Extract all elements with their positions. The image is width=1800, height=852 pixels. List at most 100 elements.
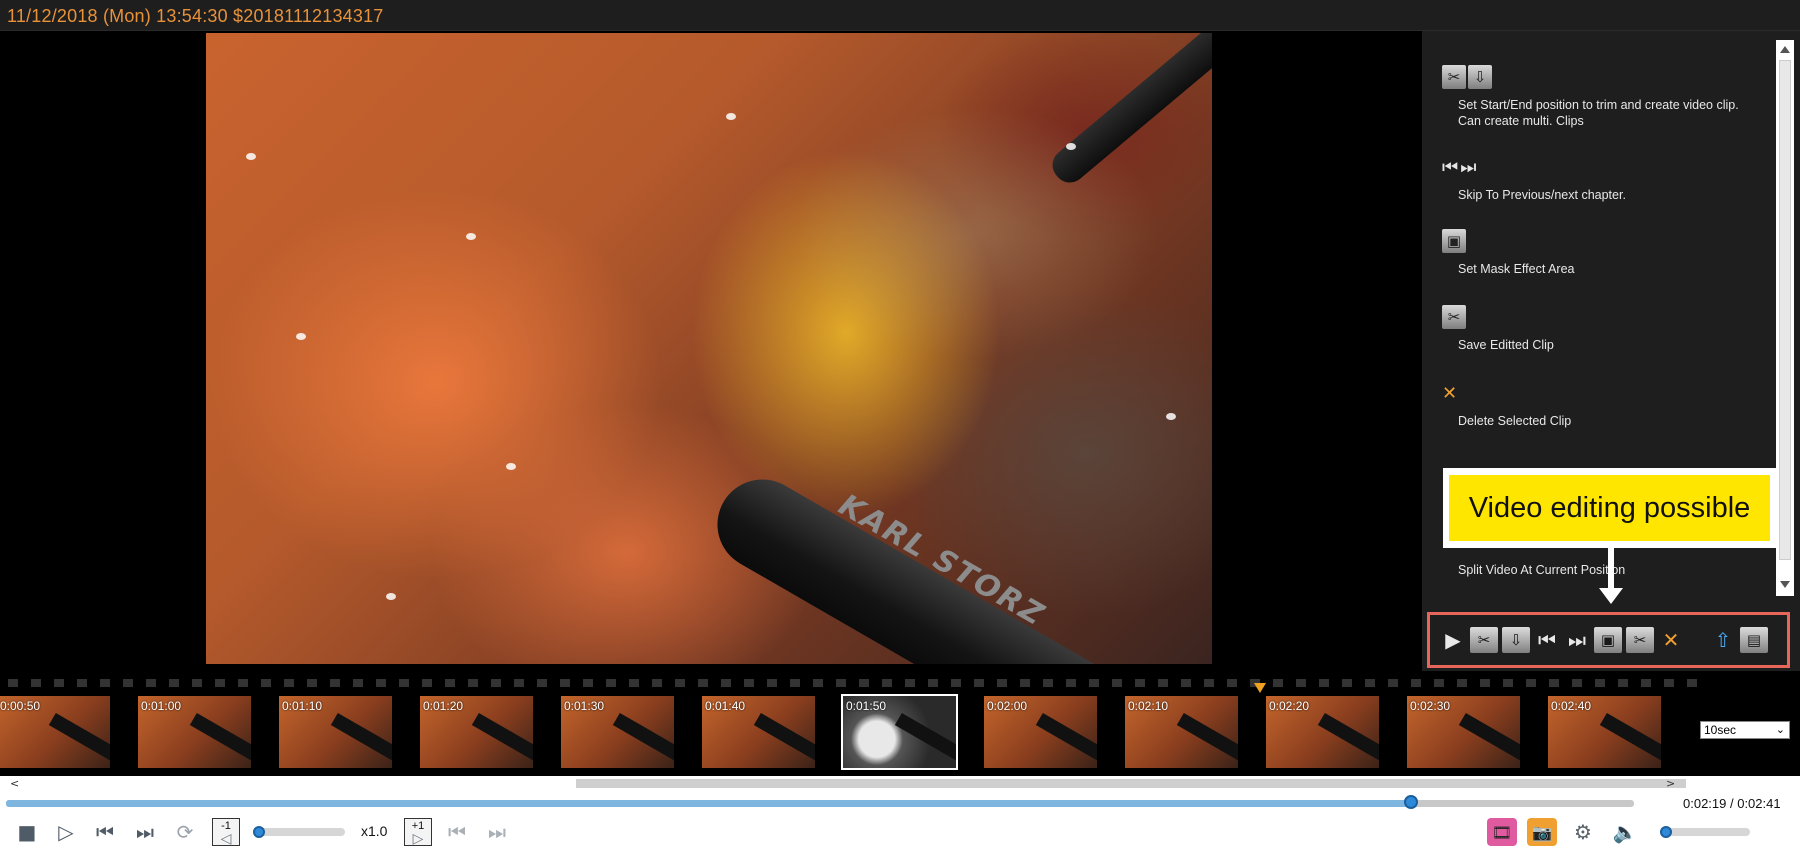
delete-clip-icon[interactable]: ✕ <box>1658 625 1684 655</box>
sprocket-hole <box>583 679 593 687</box>
filmstrip-thumbnail[interactable]: 0:01:40 <box>702 696 815 768</box>
sprocket-hole <box>1112 679 1122 687</box>
sprocket-hole <box>445 679 455 687</box>
help-item-save-clip: ✂ Save Editted Clip <box>1442 303 1762 353</box>
filmstrip-thumbnail[interactable]: 0:02:20 <box>1266 696 1379 768</box>
previous-chapter-icon[interactable]: ⏮ <box>444 819 470 845</box>
sprocket-hole <box>1365 679 1375 687</box>
help-item-label: Save Editted Clip <box>1458 338 1554 352</box>
callout-arrow-head <box>1599 588 1623 604</box>
help-item-label: Delete Selected Clip <box>1458 414 1572 428</box>
delete-clip-icon: ✕ <box>1442 382 1458 404</box>
sprocket-hole <box>192 679 202 687</box>
sprocket-hole <box>284 679 294 687</box>
sprocket-hole <box>882 679 892 687</box>
filmstrip-thumbnail[interactable]: 0:01:50 <box>841 694 958 770</box>
glare-highlight <box>386 593 396 600</box>
sprocket-hole <box>721 679 731 687</box>
next-icon[interactable]: ⏭ <box>132 819 158 845</box>
sprocket-hole <box>675 679 685 687</box>
filmstrip-thumbnail[interactable]: 0:00:50 <box>0 696 110 768</box>
title-bar: 11/12/2018 (Mon) 13:54:30 $2018111213431… <box>0 0 1800 31</box>
filmstrip-scrollbar[interactable]: < > <box>0 776 1800 791</box>
sprocket-hole <box>169 679 179 687</box>
help-item-label: Set Start/End position to trim and creat… <box>1458 98 1739 128</box>
clip-end-icon[interactable]: ⇩ <box>1502 627 1530 653</box>
split-video-icon[interactable]: ▤ <box>1740 627 1768 653</box>
sprocket-hole <box>606 679 616 687</box>
recording-title: 11/12/2018 (Mon) 13:54:30 $2018111213431… <box>7 6 384 26</box>
chapter-skip-icon: ⏮ ⏭ <box>1442 156 1477 178</box>
record-clip-icon[interactable]: 🎞 <box>1487 818 1517 846</box>
camera-icon[interactable]: 📷 <box>1527 818 1557 846</box>
speed-slider-thumb[interactable] <box>253 826 265 838</box>
volume-slider-thumb[interactable] <box>1660 826 1672 838</box>
sprocket-hole <box>974 679 984 687</box>
previous-icon[interactable]: ⏮ <box>92 819 118 845</box>
help-item-mask-effect: ▣ Set Mask Effect Area <box>1442 227 1762 277</box>
sprocket-hole <box>468 679 478 687</box>
filmstrip-thumbnail[interactable]: 0:02:40 <box>1548 696 1661 768</box>
glare-highlight <box>296 333 306 340</box>
sprocket-hole <box>514 679 524 687</box>
thumbnail-instrument <box>1599 712 1661 766</box>
clip-start-icon[interactable]: ✂ <box>1470 627 1498 653</box>
thumbnail-instrument <box>471 712 533 766</box>
volume-slider[interactable] <box>1660 828 1750 836</box>
sprocket-hole <box>951 679 961 687</box>
sprocket-hole <box>537 679 547 687</box>
scroll-track[interactable] <box>26 779 1686 788</box>
sprocket-hole <box>928 679 938 687</box>
stop-icon[interactable]: ■ <box>14 819 40 845</box>
filmstrip-thumbnail[interactable]: 0:01:10 <box>279 696 392 768</box>
thumbnail-instrument <box>1176 712 1238 766</box>
repeat-icon[interactable]: ⟳ <box>172 819 198 845</box>
sprocket-hole <box>422 679 432 687</box>
mask-effect-icon[interactable]: ▣ <box>1594 627 1622 653</box>
help-item-clip-trim: ✂ ⇩ Set Start/End position to trim and cr… <box>1442 63 1762 129</box>
filmstrip-thumbnail[interactable]: 0:02:10 <box>1125 696 1238 768</box>
next-chapter-icon[interactable]: ⏭ <box>1564 625 1590 655</box>
scroll-thumb[interactable] <box>576 779 1686 788</box>
sprocket-hole <box>767 679 777 687</box>
thumbnail-instrument <box>48 712 110 766</box>
scissors-icon[interactable]: ✂ <box>1626 627 1654 653</box>
scroll-thumb[interactable] <box>1779 60 1791 560</box>
gear-icon[interactable]: ⚙ <box>1570 819 1596 845</box>
speed-slider[interactable] <box>253 828 345 836</box>
scroll-right-arrow-icon[interactable]: > <box>1666 777 1675 790</box>
sprocket-hole <box>146 679 156 687</box>
play-icon[interactable]: ▶ <box>1440 625 1466 655</box>
next-chapter-icon[interactable]: ⏭ <box>484 819 510 845</box>
video-frame[interactable]: KARL STORZ <box>206 33 1212 664</box>
scroll-left-arrow-icon[interactable]: < <box>10 777 19 790</box>
sprocket-hole <box>1664 679 1674 687</box>
scroll-down-arrow-icon[interactable] <box>1780 581 1790 588</box>
thumbnail-instrument <box>753 712 815 766</box>
thumbnail-instrument <box>189 712 251 766</box>
sprocket-hole <box>1319 679 1329 687</box>
seek-thumb[interactable] <box>1403 795 1418 809</box>
speed-label: x1.0 <box>361 823 388 839</box>
help-scrollbar[interactable] <box>1776 40 1794 596</box>
filmstrip-thumbnail[interactable]: 0:02:00 <box>984 696 1097 768</box>
speaker-muted-icon[interactable]: 🔈 <box>1612 819 1638 845</box>
filmstrip-thumbnail[interactable]: 0:01:30 <box>561 696 674 768</box>
help-item-label: Set Mask Effect Area <box>1458 262 1575 276</box>
play-icon[interactable]: ▷ <box>53 819 79 845</box>
export-icon[interactable]: ⇧ <box>1710 625 1736 655</box>
help-item-chapter-skip: ⏮ ⏭ Skip To Previous/next chapter. <box>1442 153 1762 203</box>
filmstrip-thumbnail[interactable]: 0:02:30 <box>1407 696 1520 768</box>
sprocket-hole <box>1043 679 1053 687</box>
step-back-button[interactable]: -1 ◁ <box>212 818 240 846</box>
step-forward-button[interactable]: +1 ▷ <box>404 818 432 846</box>
chevron-down-icon: ⌄ <box>1775 723 1785 736</box>
interval-select[interactable]: 10sec ⌄ <box>1700 721 1790 739</box>
filmstrip-thumbnail[interactable]: 0:01:00 <box>138 696 251 768</box>
scissors-icon: ✂ <box>1442 303 1466 331</box>
sprocket-hole <box>100 679 110 687</box>
scroll-up-arrow-icon[interactable] <box>1780 46 1790 53</box>
previous-chapter-icon[interactable]: ⏮ <box>1534 625 1560 655</box>
filmstrip-thumbnail[interactable]: 0:01:20 <box>420 696 533 768</box>
seek-bar[interactable] <box>6 800 1634 807</box>
